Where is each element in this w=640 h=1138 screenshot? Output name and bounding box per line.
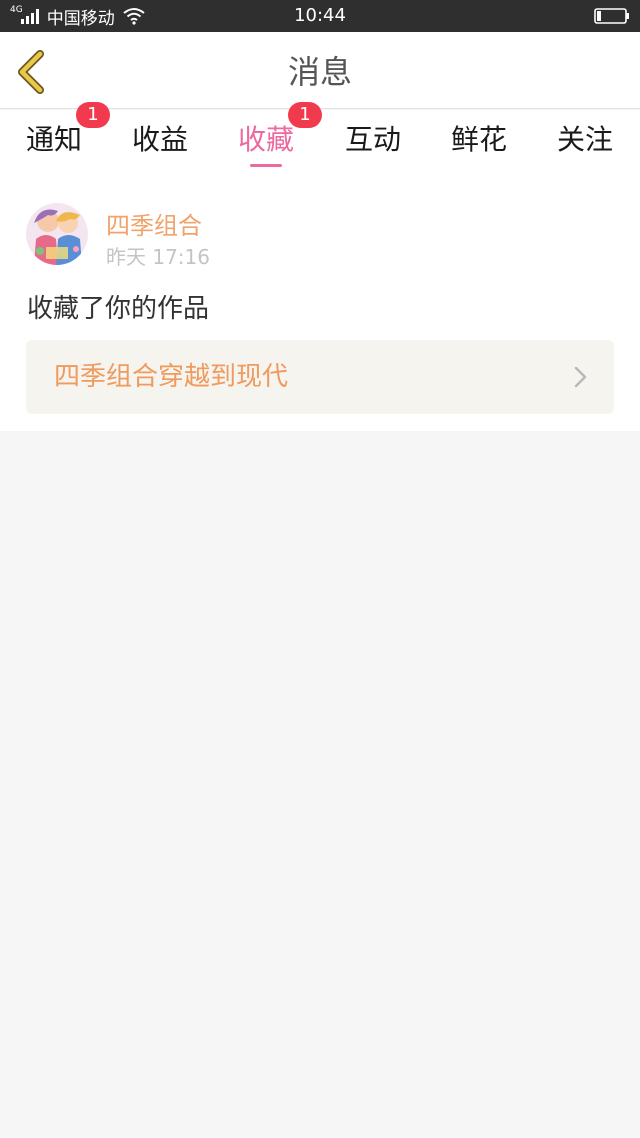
avatar-illustration: [26, 203, 88, 265]
status-bar: 4G 中国移动 10:44: [0, 0, 640, 32]
chevron-right-icon: [574, 366, 587, 388]
username[interactable]: 四季组合: [106, 206, 202, 241]
status-time: 10:44: [294, 5, 346, 26]
work-title: 四季组合穿越到现代: [54, 362, 289, 392]
tab-interactions[interactable]: 互动: [320, 110, 426, 176]
timestamp: 昨天 17:16: [106, 245, 210, 269]
message-item: 四季组合 昨天 17:16 收藏了你的作品 四季组合穿越到现代: [0, 176, 640, 431]
header-bar: 消息: [0, 32, 640, 109]
work-link[interactable]: 四季组合穿越到现代: [26, 340, 614, 414]
tab-flowers[interactable]: 鲜花: [426, 110, 532, 176]
avatar[interactable]: [26, 203, 88, 265]
active-tab-indicator: [250, 164, 282, 167]
tab-label: 收益: [131, 123, 188, 156]
tab-label: 关注: [556, 123, 613, 156]
tab-following[interactable]: 关注: [532, 110, 638, 176]
page-title: 消息: [287, 53, 352, 91]
tab-earnings[interactable]: 收益: [107, 110, 213, 176]
notification-badge: 1: [76, 102, 110, 128]
battery-icon: [594, 8, 629, 24]
tab-bar: 通知 1 收益 收藏 1 互动 鲜花 关注: [0, 102, 640, 176]
tab-label: 互动: [344, 123, 401, 156]
tab-notifications[interactable]: 通知 1: [1, 102, 110, 176]
notification-badge: 1: [288, 102, 322, 128]
message-text: 收藏了你的作品: [27, 294, 210, 324]
tab-favorites[interactable]: 收藏 1: [213, 102, 322, 176]
tab-label: 鲜花: [450, 123, 507, 156]
